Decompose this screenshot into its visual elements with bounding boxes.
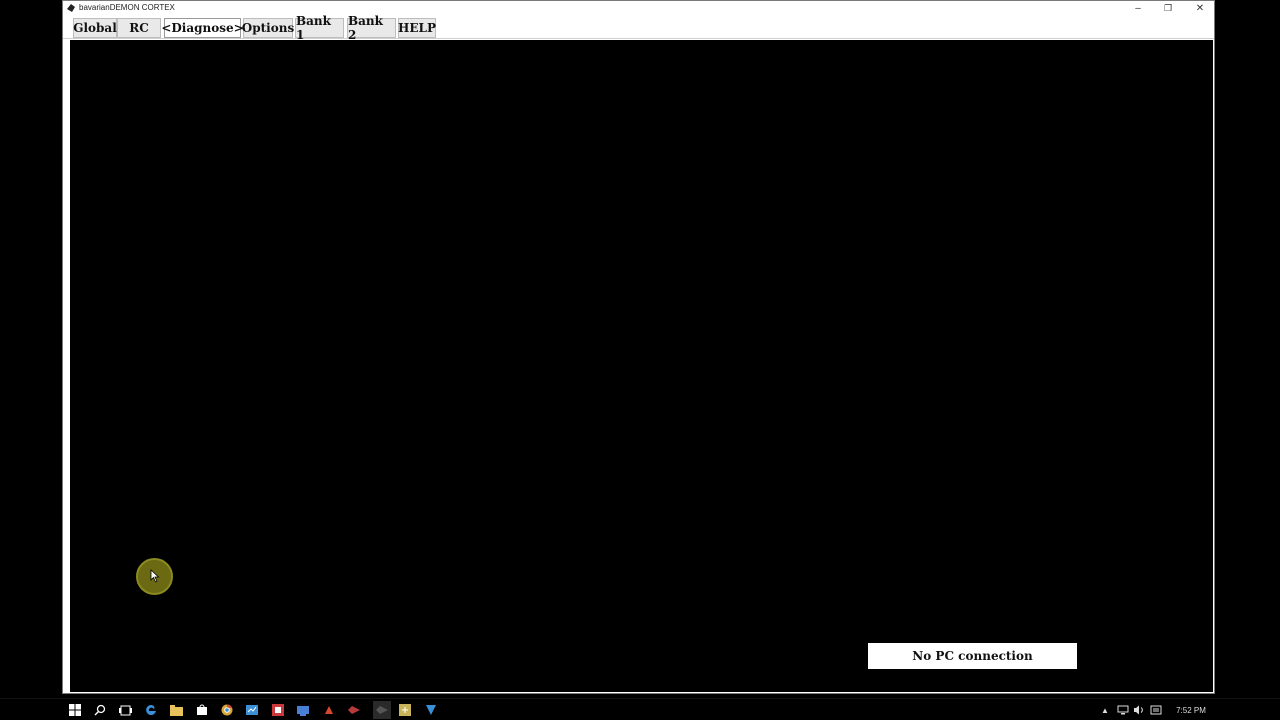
tab-global[interactable]: Global bbox=[73, 18, 117, 38]
diagnose-panel: No PC connection bbox=[70, 40, 1213, 692]
tab-diagnose[interactable]: <Diagnose> bbox=[161, 18, 244, 38]
app-icon-4[interactable] bbox=[322, 703, 336, 717]
chrome-icon[interactable] bbox=[220, 703, 234, 717]
app-icon-1[interactable] bbox=[245, 703, 259, 717]
tab-bank-1[interactable]: Bank 1 bbox=[295, 14, 344, 42]
edge-icon[interactable] bbox=[144, 703, 158, 717]
taskbar: ▲ 7:52 PM bbox=[0, 698, 1280, 720]
mouse-pointer-icon bbox=[150, 569, 160, 583]
network-icon[interactable] bbox=[1117, 702, 1129, 718]
connection-status: No PC connection bbox=[868, 643, 1077, 669]
file-explorer-icon[interactable] bbox=[169, 703, 183, 717]
tray-overflow-icon[interactable]: ▲ bbox=[1101, 702, 1109, 718]
app-icon-2[interactable] bbox=[271, 703, 285, 717]
store-icon[interactable] bbox=[195, 703, 209, 717]
tab-rc[interactable]: RC bbox=[117, 18, 161, 38]
close-button[interactable]: ✕ bbox=[1185, 1, 1215, 15]
title-bar[interactable]: bavarianDEMON CORTEX – ❐ ✕ bbox=[63, 1, 1214, 15]
minimize-button[interactable]: – bbox=[1123, 1, 1153, 15]
clock[interactable]: 7:52 PM bbox=[1171, 702, 1211, 718]
app-window: bavarianDEMON CORTEX – ❐ ✕ Global RC <Di… bbox=[62, 0, 1215, 694]
notifications-icon[interactable] bbox=[1150, 702, 1162, 718]
app-icon-7[interactable] bbox=[398, 703, 412, 717]
tab-options[interactable]: Options bbox=[242, 18, 294, 38]
tab-help[interactable]: HELP bbox=[398, 18, 436, 38]
app-icon-8[interactable] bbox=[424, 703, 438, 717]
tab-bank-2[interactable]: Bank 2 bbox=[347, 14, 396, 42]
app-icon-5[interactable] bbox=[347, 703, 361, 717]
app-logo-icon bbox=[67, 4, 75, 12]
restore-button[interactable]: ❐ bbox=[1153, 1, 1183, 15]
task-view-icon[interactable] bbox=[118, 703, 132, 717]
volume-icon[interactable] bbox=[1133, 702, 1145, 718]
app-icon-3[interactable] bbox=[296, 703, 310, 717]
menu-bar: Global RC <Diagnose> Options Bank 1 Bank… bbox=[63, 14, 1214, 42]
desktop: bavarianDEMON CORTEX – ❐ ✕ Global RC <Di… bbox=[0, 0, 1280, 698]
window-title: bavarianDEMON CORTEX bbox=[79, 3, 175, 12]
search-icon[interactable] bbox=[93, 703, 107, 717]
app-icon-6[interactable] bbox=[373, 701, 391, 719]
windows-start-icon[interactable] bbox=[68, 703, 82, 717]
